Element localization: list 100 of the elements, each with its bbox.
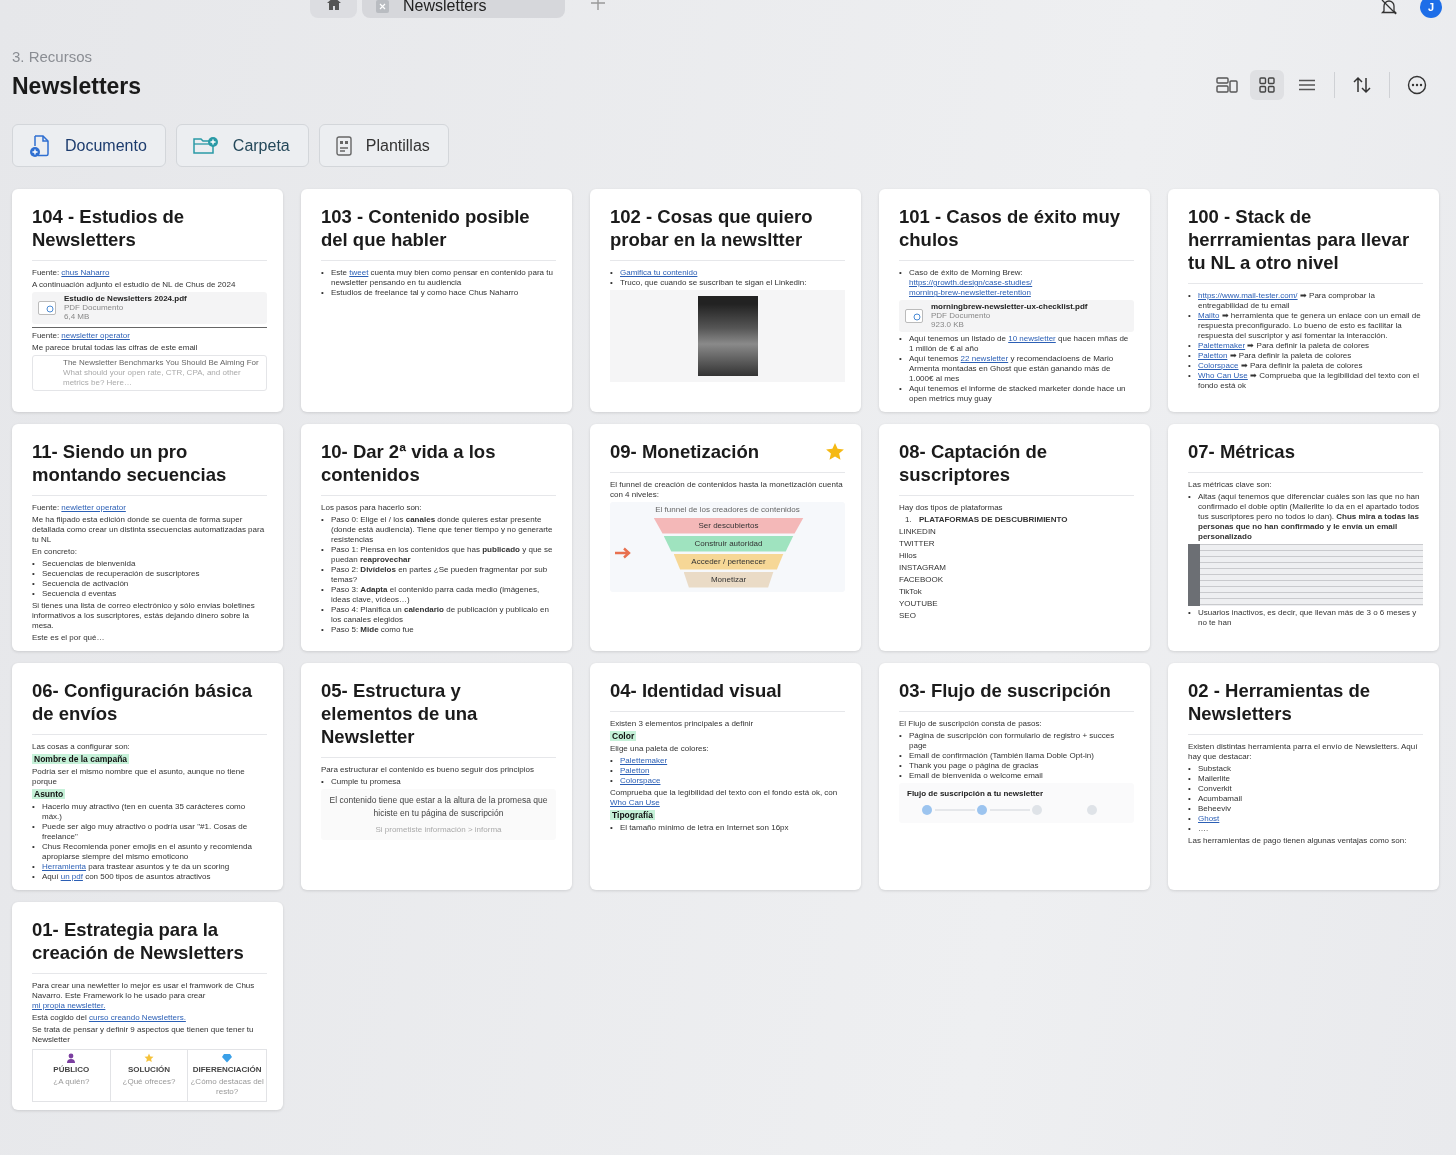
file-attachment[interactable]: Estudio de Newsletters 2024.pdf PDF Documento 6,4 MB <box>32 292 267 324</box>
new-item-button[interactable]: Plantillas <box>318 124 449 167</box>
bullet-marker: • <box>1188 763 1192 774</box>
aspect-hint: ¿Qué ofreces? <box>122 1076 176 1087</box>
document-card[interactable] <box>12 189 283 412</box>
bullet-marker: • <box>1188 773 1192 784</box>
document-card[interactable] <box>301 423 572 651</box>
card-title: 100 - Stack de herrramientas para llevar tu NL a otro nivel <box>1188 205 1411 274</box>
list-item-text: https://www.mail-tester.com/ ➡ Para comprobar la entregabilidad de tu email <box>1198 291 1376 311</box>
preview-text: Existen distintas herramienta parra el envío de Newsletters. Aquí hay que destacar: <box>1188 741 1419 762</box>
bullet-marker: • <box>1188 361 1192 371</box>
avatar[interactable]: J <box>1420 0 1442 18</box>
document-card[interactable]: 102 - Cosas que quiero probar en la newsltter • Gamifica tu contenido • Truco, que cuando se suscriban te sigan el Linkedin: <box>590 189 861 412</box>
new-item-button[interactable]: Carpeta <box>175 124 309 167</box>
link[interactable]: https://growth.design/case-studies/ <box>909 278 1033 288</box>
section-heading: Tipografía <box>610 809 655 820</box>
document-card[interactable] <box>1168 189 1439 412</box>
bullet-marker: • <box>1188 813 1192 824</box>
link[interactable]: Mailto <box>1198 311 1220 321</box>
more-icon <box>1407 75 1427 95</box>
preview-text: Elige una paleta de colores: <box>610 743 710 754</box>
link[interactable]: un pdf <box>60 871 83 882</box>
preview-text: Fuente: chus Naharro <box>32 268 111 278</box>
link[interactable]: curso creando Newsletters. <box>88 1012 186 1023</box>
bullet-marker: • <box>1188 311 1192 322</box>
card-title: 10- Dar 2ª vida a los contenidos <box>321 439 497 486</box>
list-item-text: Usuarios inactivos, es decir, que llevan más de 3 o 6 meses y no te han <box>1198 607 1418 628</box>
link[interactable]: mi propia newsletter. <box>32 1000 106 1011</box>
link[interactable]: Paletton <box>620 765 650 776</box>
link[interactable]: Who Can Use <box>1198 371 1248 381</box>
diagram-title: Flujo de suscripción a tu newsletter <box>907 788 1045 799</box>
preview-text: Me parece brutal todas las cifras de este email <box>32 342 199 353</box>
file-name: Estudio de Newsletters 2024.pdf <box>64 294 187 304</box>
link[interactable]: Gamifica tu contenido <box>620 268 698 278</box>
preview-text: Para crear una newletter lo mejor es usar el framwork de Chus Navarro. Este Framework lo he usado para crear mi propia newsletter. <box>32 980 256 1011</box>
bullet-marker: • <box>321 288 325 298</box>
link[interactable]: Paletton <box>1198 351 1228 361</box>
document-card[interactable] <box>12 901 283 1110</box>
folder-add-icon <box>192 135 219 156</box>
link[interactable]: Who Can Use <box>610 797 660 808</box>
bullet-marker: • <box>610 268 614 278</box>
file-attachment[interactable]: morningbrew-newsletter-ux-checklist.pdf PDF Documento 923.0 KB <box>899 300 1134 332</box>
link[interactable]: https://www.mail-tester.com/ <box>1198 291 1298 301</box>
link[interactable]: newsletter operator <box>61 330 130 341</box>
link[interactable]: Palettemaker <box>1198 341 1246 351</box>
bullet-marker: • <box>610 755 614 766</box>
view-mode-button[interactable] <box>1250 70 1284 100</box>
star-icon[interactable] <box>825 441 845 461</box>
preview-text: Si tienes una lista de correo electrónico y sólo envías boletines informativos a los suscriptores, estás dejando dinero sobre la mesa. <box>32 600 256 631</box>
section-heading: Color <box>610 730 637 741</box>
pdf-file-icon <box>905 308 923 323</box>
preview-text: Las métricas clave son: <box>1188 479 1273 490</box>
section-heading: Asunto <box>32 788 66 799</box>
link[interactable]: 10 newsletter <box>1008 333 1056 344</box>
preview-text: Existen 3 elementos principales a definir <box>610 718 755 729</box>
aspect-label: SOLUCIÓN <box>127 1064 171 1075</box>
new-item-button[interactable]: Documento <box>12 124 166 167</box>
link[interactable]: newletter operator <box>61 502 126 513</box>
link[interactable]: Colorspace <box>1198 361 1239 371</box>
bullet-marker: • <box>32 871 36 882</box>
notifications-off-icon[interactable] <box>1380 0 1398 15</box>
tab[interactable]: Newsletters <box>362 0 565 18</box>
link-preview[interactable]: The Newsletter Benchmarks You Should Be Aiming For What should your open rate, CTR, CPA, and other metrics be? Here… <box>32 354 267 391</box>
link[interactable]: Ghost <box>1198 813 1220 824</box>
document-card[interactable] <box>12 423 283 651</box>
list-item-text: Este tweet cuenta muy bien como pensar en contenido para tu newsletter pensando en tu audiencia <box>331 268 554 288</box>
document-card[interactable]: 103 - Contenido posible del que habler • Este tweet cuenta muy bien como pensar en contenido para tu newsletter pensando en tu audiencia • Estudios de freelance tal y como hace Chus Naharro <box>301 189 572 412</box>
list-item-text: Paletton ➡ Para definir la paleta de colores <box>1198 351 1353 361</box>
link[interactable]: Palettemaker <box>620 755 668 766</box>
file-type: PDF Documento <box>931 311 992 321</box>
link[interactable]: Herramienta <box>42 861 86 872</box>
card-title: 01- Estrategia para la creación de Newsletters <box>32 917 245 964</box>
document-card[interactable] <box>879 189 1150 412</box>
star-icon <box>144 1052 154 1063</box>
list-item-text: Mailerlite <box>1198 773 1231 784</box>
link[interactable]: chus Naharro <box>61 268 110 278</box>
funnel-stage: Monetizar <box>683 571 774 588</box>
bullet-marker: • <box>32 801 36 813</box>
list-item-text: Aquí tenemos el informe de stacked marketer donde hace un open metrics muy guay <box>909 383 1127 404</box>
preview-text: Este es el por qué… <box>32 632 106 643</box>
link[interactable]: Colorspace <box>620 775 661 786</box>
document-card[interactable] <box>12 662 283 890</box>
list-item-text: Acumbamail <box>1198 793 1243 804</box>
link[interactable]: 22 newsletter <box>960 353 1009 364</box>
bullet-marker: • <box>1188 351 1192 361</box>
list-item-text: Secuencias de bienvenida <box>42 558 137 569</box>
aspect-label: DIFERENCIACIÓN <box>192 1064 262 1075</box>
link[interactable]: morning-brew-newsletter-retention <box>909 288 1031 298</box>
template-icon <box>335 135 352 156</box>
list-item-text: Herramienta para trastear asuntos y te da un scoring <box>42 861 231 872</box>
document-card[interactable]: 08- Captación de suscriptores Hay dos tipos de plataformas 1. PLATAFORMAS DE DESCUBRIMIENTO LINKEDIN TWITTER Hilos INSTAGRAM FACEBOOK TikTok YOUTUBE SEO <box>879 423 1150 651</box>
document-card[interactable] <box>1168 662 1439 890</box>
preview-text: En concreto: <box>32 546 78 557</box>
document-card[interactable] <box>301 662 572 890</box>
grid-view-icon <box>1259 77 1275 93</box>
file-size: 923.0 KB <box>931 320 965 330</box>
bullet-marker: • <box>32 588 36 599</box>
bullet-marker: • <box>610 822 614 833</box>
link[interactable]: tweet <box>349 268 369 278</box>
list-item-text: Paso 2: Divídelos en partes ¿Se pueden fragmentar por sub temas? <box>331 564 549 585</box>
